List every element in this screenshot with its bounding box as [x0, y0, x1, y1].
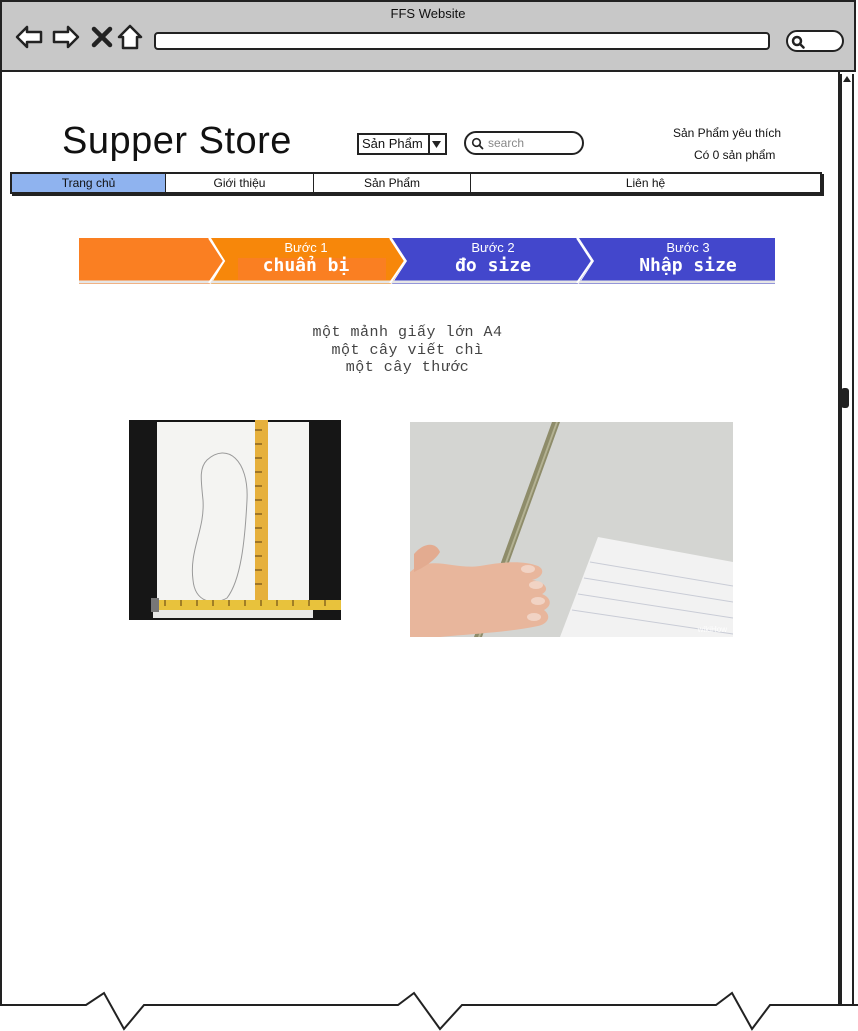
instruction-item: một cây thước — [345, 359, 470, 376]
chevron-down-icon — [432, 141, 441, 148]
step-3-label: Bước 3 — [666, 240, 710, 255]
home-icon[interactable] — [115, 22, 145, 52]
tape-measure-image — [129, 420, 341, 620]
forward-arrow-icon[interactable] — [51, 22, 81, 52]
step-progress: Bước 1 chuẩn bị Bước 2 đo size Bước 3 Nh… — [78, 226, 778, 288]
favorites-count: Có 0 sản phẩm — [694, 148, 776, 162]
category-select-value: Sản Phẩm — [362, 136, 423, 151]
step-1-title: chuẩn bị — [262, 255, 350, 276]
step-2-label: Bước 2 — [471, 240, 515, 255]
instruction-item: một cây viết chì — [331, 342, 484, 359]
step-3[interactable]: Bước 3 Nhập size — [610, 240, 766, 276]
step-2-title: đo size — [455, 255, 531, 276]
browser-search-field[interactable] — [786, 30, 844, 52]
scrollbar-thumb[interactable] — [841, 388, 849, 408]
step-1[interactable]: Bước 1 chuẩn bị — [234, 240, 378, 276]
hand-photo — [410, 422, 733, 637]
category-dropdown-button[interactable] — [428, 135, 445, 153]
search-icon — [471, 137, 484, 150]
instruction-item: một mảnh giấy lớn A4 — [312, 324, 503, 341]
step-2[interactable]: Bước 2 đo size — [418, 240, 568, 276]
window-title: FFS Website — [390, 6, 466, 21]
nav-item-home[interactable]: Trang chủ — [12, 174, 166, 192]
photo-watermark: wikiHow — [697, 625, 727, 634]
hand-measuring-image: wikiHow — [410, 422, 733, 637]
search-input[interactable]: search — [464, 131, 584, 155]
nav-item-contact[interactable]: Liên hệ — [471, 174, 820, 192]
vertical-scrollbar[interactable] — [840, 74, 854, 1014]
search-placeholder: search — [488, 136, 525, 150]
nav-item-products[interactable]: Sản Phẩm — [314, 174, 471, 192]
search-icon — [791, 35, 805, 49]
favorites-link[interactable]: Sản Phẩm yêu thích — [673, 126, 788, 140]
step-1-label: Bước 1 — [284, 240, 328, 255]
step-lead-segment — [79, 238, 224, 284]
category-select[interactable]: Sản Phẩm — [357, 133, 447, 155]
scroll-up-arrow-icon[interactable] — [842, 74, 852, 84]
main-nav: Trang chủ Giới thiệu Sản Phẩm Liên hệ — [10, 172, 822, 194]
step-3-title: Nhập size — [639, 255, 737, 276]
torn-page-edge — [0, 991, 858, 1031]
nav-item-about[interactable]: Giới thiệu — [166, 174, 314, 192]
close-icon[interactable] — [88, 22, 118, 52]
store-title: Supper Store — [62, 120, 292, 162]
url-bar[interactable] — [154, 32, 770, 50]
back-arrow-icon[interactable] — [14, 22, 44, 52]
